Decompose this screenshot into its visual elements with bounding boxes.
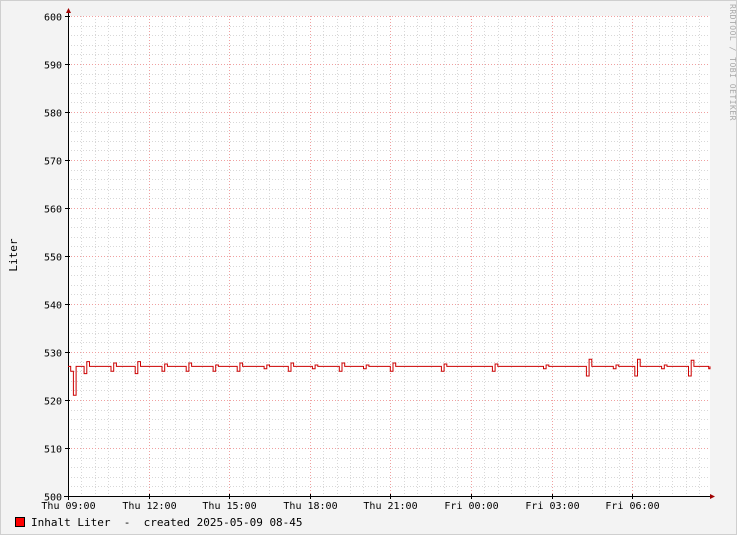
x-tick-label: Thu 12:00 <box>122 501 176 512</box>
y-tick-label: 570 <box>44 157 62 168</box>
y-tick-label: 590 <box>44 61 62 72</box>
rrdtool-watermark: RRDTOOL / TOBI OETIKER <box>728 4 737 121</box>
x-tick-label: Thu 18:00 <box>283 501 337 512</box>
y-tick-label: 580 <box>44 109 62 120</box>
x-tick-label: Fri 03:00 <box>525 501 579 512</box>
y-tick-label: 600 <box>44 13 62 24</box>
legend-separator: - <box>123 515 131 529</box>
y-tick-label: 510 <box>44 445 62 456</box>
y-tick-label: 560 <box>44 205 62 216</box>
legend-series-label: Inhalt Liter <box>31 515 111 529</box>
chart-svg: 500510520530540550560570580590600Thu 09:… <box>41 8 715 512</box>
chart-frame: 500 510 520 530 540 550 560 570 580 590 600 Thu 09:… <box>0 0 737 535</box>
x-tick-label: Thu 15:00 <box>202 501 256 512</box>
x-tick-label: Thu 09:00 <box>41 501 95 512</box>
y-tick-label: 540 <box>44 301 62 312</box>
legend-created-text: created 2025-05-09 08-45 <box>143 515 303 529</box>
x-tick-label: Fri 00:00 <box>444 501 498 512</box>
legend-swatch <box>15 517 25 527</box>
y-axis-arrow <box>66 8 71 13</box>
y-tick-label: 520 <box>44 397 62 408</box>
x-axis-arrow <box>710 494 715 499</box>
y-tick-label: 550 <box>44 253 62 264</box>
y-tick-label: 530 <box>44 349 62 360</box>
y-axis-label: Liter <box>7 238 20 272</box>
x-tick-label: Thu 21:00 <box>363 501 417 512</box>
x-tick-label: Fri 06:00 <box>605 501 659 512</box>
legend: Inhalt Liter - created 2025-05-09 08-45 <box>15 515 303 529</box>
